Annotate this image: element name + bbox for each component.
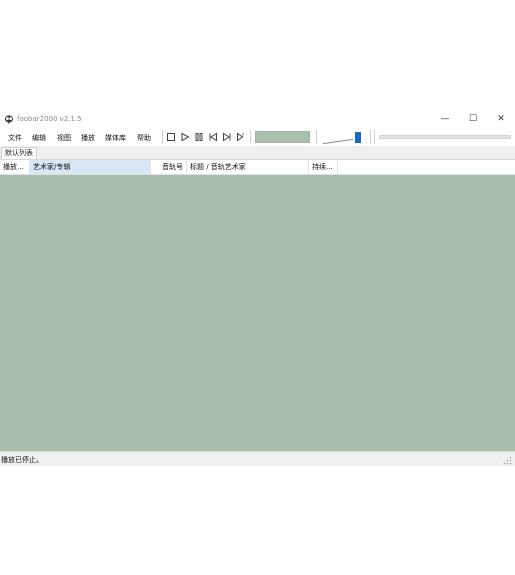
toolbar-separator [250, 130, 251, 144]
column-playing[interactable]: 播放... [0, 160, 30, 174]
close-icon: ✕ [497, 114, 505, 124]
menu-view[interactable]: 视图 [57, 133, 71, 143]
window-title: foobar2000 v2.1.5 [17, 115, 82, 123]
menu-edit[interactable]: 编辑 [32, 133, 46, 143]
minimize-icon: — [440, 114, 450, 124]
tab-default-playlist[interactable]: 默认列表 [1, 147, 37, 159]
playlist-tab-bar: 默认列表 [0, 146, 515, 160]
column-title-track-artist[interactable]: 标题 / 音轨艺术家 [187, 160, 309, 174]
menu-playback[interactable]: 播放 [81, 133, 95, 143]
toolbar-separator [162, 130, 163, 144]
resize-grip-icon[interactable] [503, 456, 512, 465]
volume-slider-handle[interactable] [355, 132, 361, 143]
minimize-button[interactable]: — [431, 110, 459, 128]
pause-icon[interactable] [194, 132, 204, 142]
toolbar-separator [374, 130, 375, 144]
next-icon[interactable] [222, 132, 232, 142]
close-button[interactable]: ✕ [487, 110, 515, 128]
menu-library[interactable]: 媒体库 [105, 133, 126, 143]
toolbar-separator [370, 130, 371, 144]
stop-icon[interactable] [166, 132, 176, 142]
foobar-app-icon [5, 115, 13, 124]
maximize-button[interactable]: ☐ [459, 110, 487, 128]
random-icon[interactable]: ? [236, 132, 246, 142]
menu-help[interactable]: 帮助 [137, 133, 151, 143]
column-headers: 播放... 艺术家/专辑 音轨号 标题 / 音轨艺术家 持续... [0, 160, 515, 175]
toolbar-separator [316, 130, 317, 144]
column-artist-album[interactable]: 艺术家/专辑 [30, 160, 151, 174]
visualization-panel [255, 131, 310, 143]
status-bar: 播放已停止。 [0, 451, 515, 466]
playlist-view[interactable] [0, 175, 515, 451]
column-track-number[interactable]: 音轨号 [151, 160, 187, 174]
play-icon[interactable] [180, 132, 190, 142]
foobar2000-window: foobar2000 v2.1.5 — ☐ ✕ 文件 编辑 视图 播放 媒体库 … [0, 110, 515, 466]
maximize-icon: ☐ [468, 114, 478, 124]
status-text: 播放已停止。 [1, 456, 43, 464]
menu-file[interactable]: 文件 [8, 133, 22, 143]
seek-bar[interactable] [379, 135, 511, 139]
previous-icon[interactable] [208, 132, 218, 142]
title-bar: foobar2000 v2.1.5 — ☐ ✕ [0, 110, 515, 128]
column-duration[interactable]: 持续... [309, 160, 338, 174]
svg-text:?: ? [242, 133, 245, 139]
